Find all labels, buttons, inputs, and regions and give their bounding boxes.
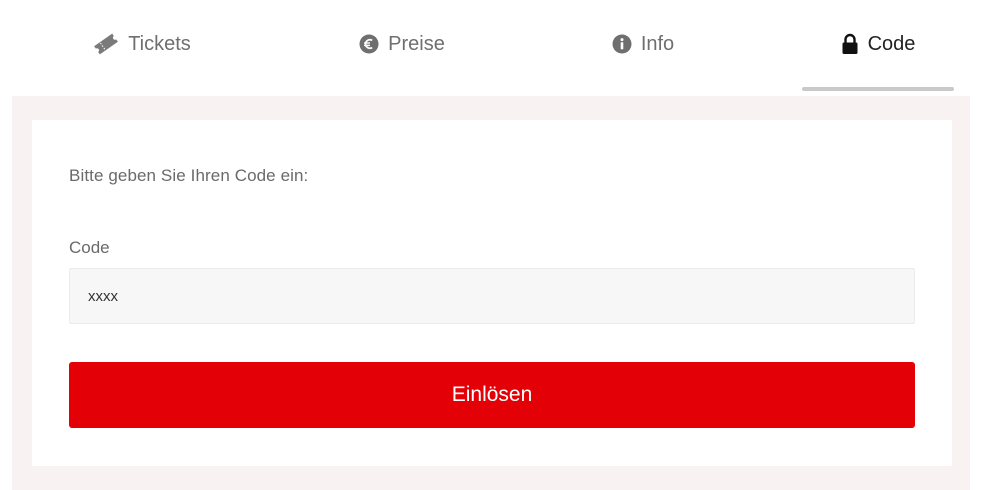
info-circle-icon xyxy=(612,34,632,54)
code-prompt: Bitte geben Sie Ihren Code ein: xyxy=(69,166,309,185)
ticket-icon xyxy=(93,33,119,55)
euro-circle-icon xyxy=(359,34,379,54)
tab-preise[interactable]: Preise xyxy=(332,0,472,90)
tab-code-label: Code xyxy=(867,32,916,55)
lock-icon xyxy=(841,33,859,55)
tab-info-label: Info xyxy=(640,32,675,55)
tab-tickets[interactable]: Tickets xyxy=(72,0,212,90)
code-field-label: Code xyxy=(69,238,110,257)
code-input[interactable] xyxy=(69,268,915,324)
tab-code[interactable]: Code xyxy=(802,0,954,91)
tab-preise-label: Preise xyxy=(388,32,445,55)
tab-bar: Tickets Preise Info Code xyxy=(0,0,981,92)
redeem-button[interactable]: Einlösen xyxy=(69,362,915,428)
tab-info[interactable]: Info xyxy=(578,0,708,90)
tab-tickets-label: Tickets xyxy=(128,32,191,55)
